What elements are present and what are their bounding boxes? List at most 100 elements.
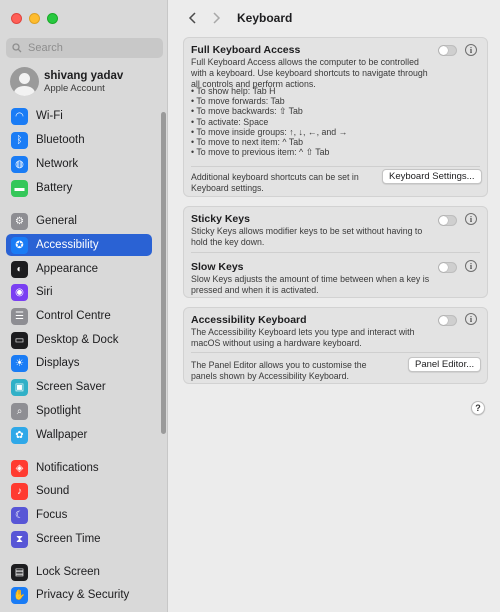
sidebar-item-focus[interactable]: ☾ Focus [6,504,152,526]
shortcut-item: • To move backwards: ⇧ Tab [191,106,303,117]
forward-button[interactable] [205,7,227,29]
sidebar-item-general[interactable]: ⚙ General [6,210,152,232]
sidebar-item-siri[interactable]: ◉ Siri [6,281,152,303]
divider [191,352,480,353]
sidebar-item-privacy-security[interactable]: ✋ Privacy & Security [6,584,152,606]
sticky-slow-keys-card: Sticky Keys Sticky Keys allows modifier … [183,206,488,298]
shortcut-item: • To move forwards: Tab [191,96,285,107]
panel-editor-note: The Panel Editor allows you to customise… [191,360,367,381]
chevron-left-icon [188,12,196,24]
divider [191,166,480,167]
keyboard-settings-button[interactable]: Keyboard Settings... [382,169,482,184]
chevron-right-icon [212,12,220,24]
sidebar: shivang yadav Apple Account ◠ Wi-Fi ᛒ Bluet… [0,0,168,612]
accessibility-keyboard-title: Accessibility Keyboard [191,314,307,326]
sidebar-search[interactable] [6,38,163,58]
sidebar-item-label: Network [36,158,79,170]
minimize-window-button[interactable] [29,13,40,24]
search-icon [12,43,22,53]
sidebar-item-label: Wallpaper [36,429,88,441]
sidebar-item-accessibility[interactable]: ✪ Accessibility [6,234,152,256]
toolbar: Keyboard [169,0,500,36]
bluetooth-icon: ᛒ [11,131,28,149]
full-keyboard-access-info-icon[interactable]: i [465,44,477,56]
slow-keys-toggle[interactable] [438,262,457,273]
help-button[interactable]: ? [471,401,485,415]
privacy-icon: ✋ [11,586,28,604]
sidebar-item-wallpaper[interactable]: ✿ Wallpaper [6,424,152,446]
sidebar-item-bluetooth[interactable]: ᛒ Bluetooth [6,129,152,151]
notifications-icon: ◈ [11,459,28,477]
appearance-icon: ◐ [11,260,28,278]
sidebar-item-notifications[interactable]: ◈ Notifications [6,457,152,479]
shortcut-item: • To move inside groups: ↑, ↓, ←, and → [191,126,348,137]
sidebar-item-label: Lock Screen [36,566,100,578]
full-keyboard-access-card: Full Keyboard Access Full Keyboard Acces… [183,37,488,197]
sidebar-item-desktop-dock[interactable]: ▭ Desktop & Dock [6,329,152,351]
screen-saver-icon: ▣ [11,378,28,396]
network-icon: ◍ [11,155,28,173]
sidebar-item-label: Siri [36,286,53,298]
sidebar-item-label: Notifications [36,462,99,474]
sticky-keys-info-icon[interactable]: i [465,213,477,225]
focus-icon: ☾ [11,506,28,524]
sidebar-item-label: Displays [36,357,80,369]
sidebar-item-appearance[interactable]: ◐ Appearance [6,258,152,280]
sidebar-item-label: Bluetooth [36,134,85,146]
sidebar-item-label: Appearance [36,263,99,275]
sticky-keys-description: Sticky Keys allows modifier keys to be s… [191,226,423,247]
shortcut-item: • To show help: Tab H [191,86,276,96]
sidebar-item-control-centre[interactable]: ☰ Control Centre [6,305,152,327]
accessibility-keyboard-card: Accessibility Keyboard The Accessibility… [183,307,488,384]
accessibility-keyboard-toggle[interactable] [438,315,457,326]
keyboard-settings-note: Additional keyboard shortcuts can be set… [191,172,359,193]
sidebar-item-label: Screen Saver [36,381,106,393]
wifi-icon: ◠ [11,107,28,125]
sidebar-item-screen-time[interactable]: ⧗ Screen Time [6,528,152,550]
lock-screen-icon: ▤ [11,563,28,581]
displays-icon: ☀ [11,354,28,372]
gear-icon: ⚙ [11,212,28,230]
sidebar-item-displays[interactable]: ☀ Displays [6,352,152,374]
sidebar-item-screen-saver[interactable]: ▣ Screen Saver [6,376,152,398]
sticky-keys-title: Sticky Keys [191,213,250,225]
account-subtitle: Apple Account [44,82,105,94]
zoom-window-button[interactable] [47,13,58,24]
accessibility-keyboard-info-icon[interactable]: i [465,313,477,325]
sidebar-item-sound[interactable]: ♪ Sound [6,480,152,502]
shortcut-item: • To move to next item: ^ Tab [191,137,304,148]
slow-keys-description: Slow Keys adjusts the amount of time bet… [191,274,430,295]
sidebar-item-label: General [36,215,77,227]
slow-keys-title: Slow Keys [191,261,244,273]
settings-window: shivang yadav Apple Account ◠ Wi-Fi ᛒ Bluet… [0,0,500,612]
sidebar-item-label: Sound [36,485,70,497]
full-keyboard-access-toggle[interactable] [438,45,457,56]
sound-icon: ♪ [11,482,28,500]
sidebar-item-lock-screen[interactable]: ▤ Lock Screen [6,561,152,583]
sidebar-item-label: Screen Time [36,533,101,545]
sidebar-item-battery[interactable]: ▬ Battery [6,177,152,199]
sidebar-item-label: Control Centre [36,310,111,322]
battery-icon: ▬ [11,179,28,197]
close-window-button[interactable] [11,13,22,24]
sidebar-item-label: Accessibility [36,239,99,251]
sidebar-item-network[interactable]: ◍ Network [6,153,152,175]
sidebar-item-wi-fi[interactable]: ◠ Wi-Fi [6,105,152,127]
sidebar-scrollbar[interactable] [161,112,166,434]
page-title: Keyboard [237,11,293,25]
sidebar-item-spotlight[interactable]: ⌕ Spotlight [6,400,152,422]
shortcut-item: • To move to previous item: ^ ⇧ Tab [191,147,330,158]
desktop-dock-icon: ▭ [11,331,28,349]
control-centre-icon: ☰ [11,307,28,325]
search-input[interactable] [28,42,148,54]
sidebar-item-label: Desktop & Dock [36,334,119,346]
sidebar-item-label: Wi-Fi [36,110,63,122]
account-row[interactable]: shivang yadav Apple Account [10,67,123,96]
sidebar-item-label: Spotlight [36,405,81,417]
panel-editor-button[interactable]: Panel Editor... [408,357,482,372]
slow-keys-info-icon[interactable]: i [465,260,477,272]
accessibility-keyboard-description: The Accessibility Keyboard lets you type… [191,327,415,348]
back-button[interactable] [181,7,203,29]
sticky-keys-toggle[interactable] [438,215,457,226]
avatar [10,67,39,96]
